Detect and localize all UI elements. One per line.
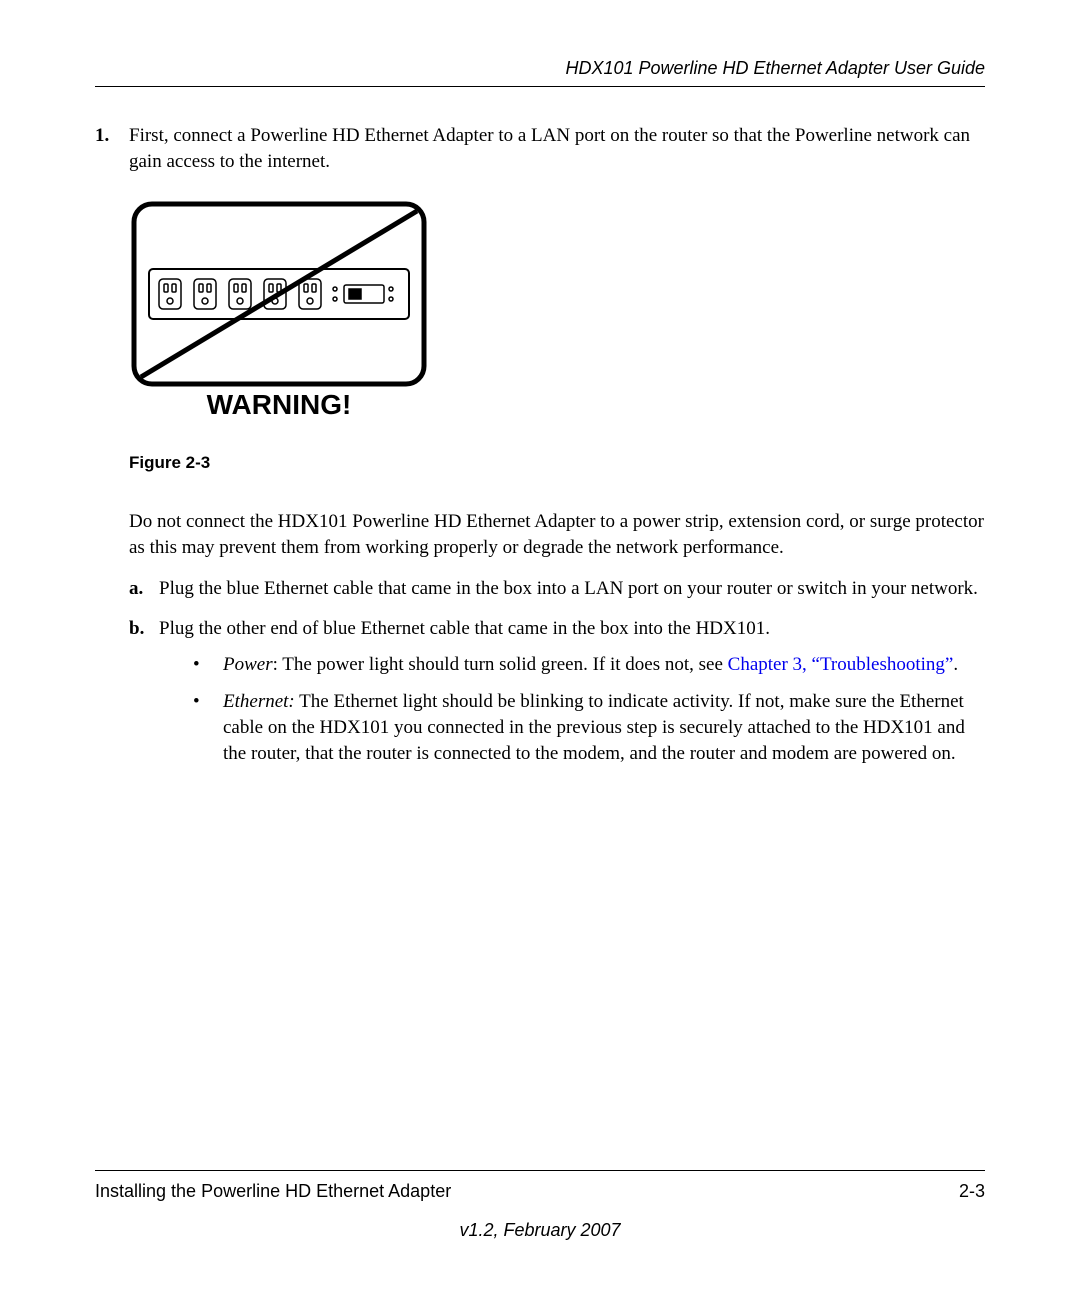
page-footer: Installing the Powerline HD Ethernet Ada… [95,1170,985,1242]
bullet-marker: • [193,652,223,678]
power-label: Power [223,654,273,675]
sub-content-b: Plug the other end of blue Ethernet cabl… [159,616,985,778]
power-strip-warning-figure: WARNING! [129,199,429,421]
bullet-list: • Power: The power light should turn sol… [193,652,985,767]
warning-paragraph: Do not connect the HDX101 Powerline HD E… [129,509,985,560]
list-item-text: First, connect a Powerline HD Ethernet A… [129,123,985,174]
footer-row: Installing the Powerline HD Ethernet Ada… [95,1179,985,1203]
troubleshooting-link[interactable]: Chapter 3, “Troubleshooting” [728,654,954,675]
warning-text: WARNING! [207,389,352,420]
list-number: 1. [95,123,129,174]
sub-ordered-list: a. Plug the blue Ethernet cable that cam… [129,576,985,778]
figure-area: WARNING! [129,199,985,429]
ethernet-label: Ethernet: [223,691,295,712]
sub-item-b: b. Plug the other end of blue Ethernet c… [129,616,985,778]
sub-item-a: a. Plug the blue Ethernet cable that cam… [129,576,985,602]
sub-text-a: Plug the blue Ethernet cable that came i… [159,576,985,602]
footer-left: Installing the Powerline HD Ethernet Ada… [95,1179,451,1203]
main-ordered-list: 1. First, connect a Powerline HD Etherne… [95,123,985,174]
sub-marker-a: a. [129,576,159,602]
bullet-power-content: Power: The power light should turn solid… [223,652,985,678]
footer-version: v1.2, February 2007 [95,1218,985,1242]
header-title: HDX101 Powerline HD Ethernet Adapter Use… [565,58,985,78]
figure-caption: Figure 2-3 [129,452,985,475]
footer-page-number: 2-3 [959,1179,985,1203]
sub-text-b: Plug the other end of blue Ethernet cabl… [159,618,770,639]
list-item-1: 1. First, connect a Powerline HD Etherne… [95,123,985,174]
ethernet-text: The Ethernet light should be blinking to… [223,691,965,763]
power-text-after: . [953,654,958,675]
bullet-item-ethernet: • Ethernet: The Ethernet light should be… [193,689,985,766]
bullet-marker: • [193,689,223,766]
bullet-ethernet-content: Ethernet: The Ethernet light should be b… [223,689,985,766]
bullet-item-power: • Power: The power light should turn sol… [193,652,985,678]
page-header: HDX101 Powerline HD Ethernet Adapter Use… [95,56,985,87]
power-text-before: : The power light should turn solid gree… [273,654,728,675]
sub-marker-b: b. [129,616,159,778]
